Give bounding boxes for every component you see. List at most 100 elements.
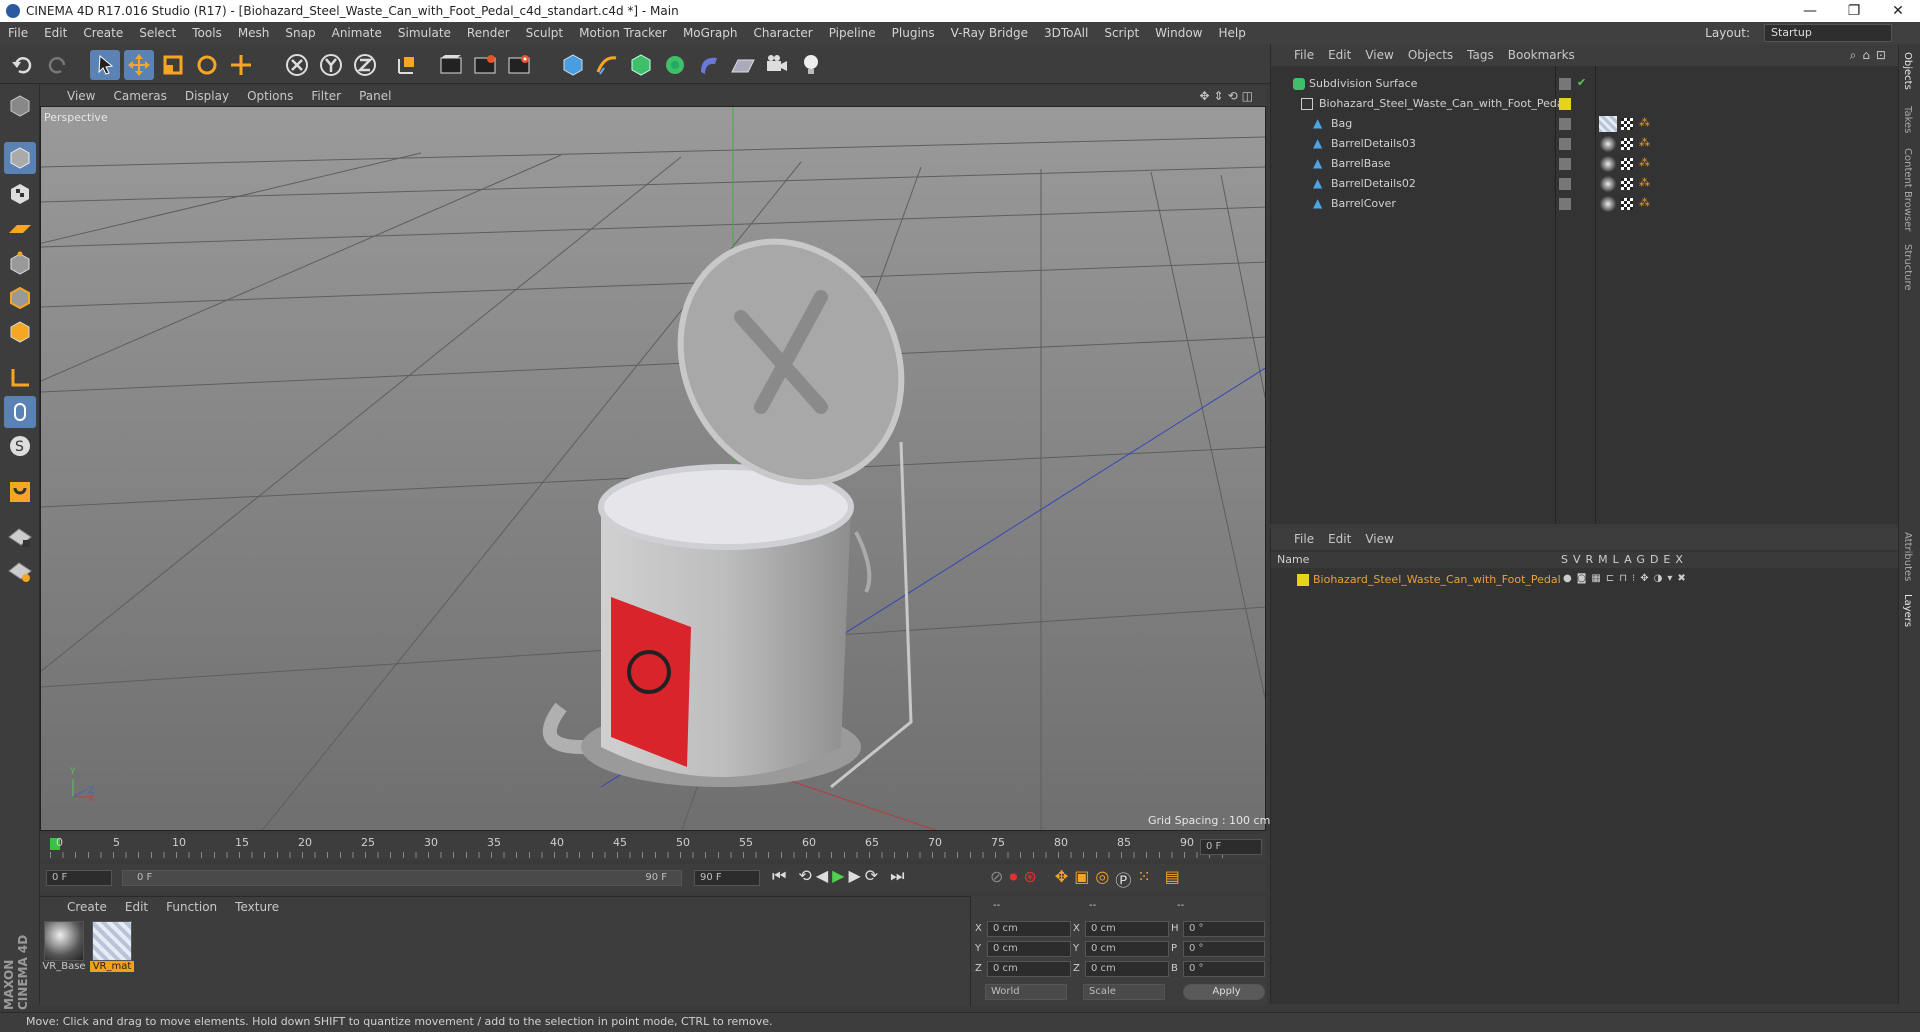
position-z-field[interactable]: 0 cm bbox=[987, 961, 1071, 977]
go-to-start-icon[interactable]: ⏮ bbox=[772, 866, 786, 886]
magnet-icon[interactable] bbox=[4, 476, 36, 508]
search-icon[interactable]: ⌕⌂⊡ bbox=[1843, 48, 1899, 63]
menu-mesh[interactable]: Mesh bbox=[230, 26, 278, 40]
object-row[interactable]: ▲ BarrelDetails03 ⁂ bbox=[1271, 134, 1899, 154]
record-scale-icon[interactable]: ▣ bbox=[1074, 867, 1089, 891]
menu-sculpt[interactable]: Sculpt bbox=[518, 26, 571, 40]
material-tag-icon[interactable] bbox=[1599, 196, 1617, 212]
material-tag-icon[interactable] bbox=[1599, 116, 1617, 132]
record-point-level-icon[interactable]: ⁙ bbox=[1137, 867, 1150, 891]
maximize-button[interactable]: ❐ bbox=[1832, 0, 1876, 22]
edges-mode-icon[interactable] bbox=[4, 282, 36, 314]
points-mode-icon[interactable] bbox=[4, 248, 36, 280]
phong-tag-icon[interactable]: ⁂ bbox=[1639, 136, 1651, 149]
menu-tools[interactable]: Tools bbox=[184, 26, 230, 40]
layer-toggle-icons[interactable]: ●◙▦⊏⊓⁝✥◑▾✖ bbox=[1563, 573, 1691, 584]
record-position-icon[interactable]: ✥ bbox=[1055, 867, 1068, 891]
go-to-end-icon[interactable]: ⏭ bbox=[890, 866, 904, 886]
next-frame-icon[interactable]: ▶ bbox=[848, 866, 860, 886]
workplane-icon[interactable] bbox=[4, 212, 36, 244]
move-tool-icon[interactable] bbox=[124, 50, 154, 80]
spline-pen-icon[interactable] bbox=[592, 50, 622, 80]
material-menu-create[interactable]: Create bbox=[58, 900, 116, 914]
tab-objects[interactable]: Objects bbox=[1902, 52, 1913, 90]
layer-color-swatch[interactable] bbox=[1297, 574, 1309, 586]
layer-col-manager[interactable]: M bbox=[1598, 553, 1613, 566]
next-key-icon[interactable]: ⟳ bbox=[865, 866, 878, 886]
snap-icon[interactable]: S bbox=[4, 430, 36, 462]
phong-tag-icon[interactable]: ⁂ bbox=[1639, 196, 1651, 209]
tab-attributes[interactable]: Attributes bbox=[1902, 532, 1913, 581]
texture-tag-icon[interactable] bbox=[1621, 118, 1633, 130]
y-axis-lock-icon[interactable] bbox=[316, 50, 346, 80]
polygons-mode-icon[interactable] bbox=[4, 316, 36, 348]
objects-menu-file[interactable]: File bbox=[1287, 48, 1321, 62]
size-x-field[interactable]: 0 cm bbox=[1085, 921, 1169, 937]
layers-menu-edit[interactable]: Edit bbox=[1321, 532, 1358, 546]
layer-row[interactable]: Biohazard_Steel_Waste_Can_with_Foot_Peda… bbox=[1271, 570, 1899, 590]
phong-tag-icon[interactable]: ⁂ bbox=[1639, 156, 1651, 169]
object-row[interactable]: Biohazard_Steel_Waste_Can_with_Foot_Peda… bbox=[1271, 94, 1899, 114]
undo-icon[interactable] bbox=[8, 50, 38, 80]
record-icon[interactable]: ⏺ bbox=[1009, 867, 1017, 891]
viewport-menu-panel[interactable]: Panel bbox=[350, 89, 400, 103]
viewport-menu-view[interactable]: View bbox=[58, 89, 104, 103]
objects-menu-view[interactable]: View bbox=[1358, 48, 1400, 62]
layer-col-expressions[interactable]: E bbox=[1663, 553, 1675, 566]
autokey-icon[interactable]: ⊛ bbox=[1023, 867, 1036, 891]
material-menu-function[interactable]: Function bbox=[157, 900, 226, 914]
axis-mode-icon[interactable] bbox=[4, 362, 36, 394]
perspective-viewport[interactable] bbox=[40, 106, 1266, 831]
rotation-b-field[interactable]: 0 ° bbox=[1183, 961, 1265, 977]
material-menu-texture[interactable]: Texture bbox=[226, 900, 288, 914]
layout-dropdown[interactable]: Startup bbox=[1764, 24, 1892, 42]
object-row[interactable]: Subdivision Surface ✔ bbox=[1271, 74, 1899, 94]
layer-col-solo[interactable]: S bbox=[1561, 553, 1573, 566]
layer-col-deformers[interactable]: D bbox=[1650, 553, 1663, 566]
viewport-menu-filter[interactable]: Filter bbox=[302, 89, 350, 103]
frame-range-slider[interactable]: 0 F 90 F bbox=[122, 870, 682, 886]
texture-tag-icon[interactable] bbox=[1621, 138, 1633, 150]
end-frame-field[interactable]: 90 F bbox=[694, 870, 760, 886]
keyframe-icon[interactable]: ⊘ bbox=[990, 867, 1003, 891]
phong-tag-icon[interactable]: ⁂ bbox=[1639, 116, 1651, 129]
visibility-icon[interactable] bbox=[1559, 158, 1571, 170]
x-axis-lock-icon[interactable] bbox=[282, 50, 312, 80]
make-editable-icon[interactable] bbox=[4, 90, 36, 122]
menu-help[interactable]: Help bbox=[1210, 26, 1253, 40]
camera-icon[interactable] bbox=[762, 50, 792, 80]
visibility-icon[interactable] bbox=[1559, 78, 1571, 90]
apply-button[interactable]: Apply bbox=[1183, 984, 1265, 1000]
tab-takes[interactable]: Takes bbox=[1902, 106, 1913, 133]
coordinate-mode-dropdown[interactable]: World bbox=[985, 984, 1067, 1000]
object-row[interactable]: ▲ BarrelDetails02 ⁂ bbox=[1271, 174, 1899, 194]
transform-tool-icon[interactable] bbox=[226, 50, 256, 80]
material-tag-icon[interactable] bbox=[1599, 156, 1617, 172]
enabled-check-icon[interactable]: ✔ bbox=[1577, 76, 1589, 89]
position-y-field[interactable]: 0 cm bbox=[987, 941, 1071, 957]
tab-layers[interactable]: Layers bbox=[1902, 594, 1913, 627]
objects-menu-edit[interactable]: Edit bbox=[1321, 48, 1358, 62]
tweak-mode-icon[interactable] bbox=[4, 396, 36, 428]
tab-content-browser[interactable]: Content Browser bbox=[1902, 148, 1913, 231]
menu-pipeline[interactable]: Pipeline bbox=[821, 26, 884, 40]
tab-structure[interactable]: Structure bbox=[1902, 244, 1913, 291]
previous-key-icon[interactable]: ⟲ bbox=[798, 866, 811, 886]
size-z-field[interactable]: 0 cm bbox=[1085, 961, 1169, 977]
previous-frame-icon[interactable]: ◀ bbox=[816, 866, 828, 886]
menu-plugins[interactable]: Plugins bbox=[884, 26, 943, 40]
phong-tag-icon[interactable]: ⁂ bbox=[1639, 176, 1651, 189]
menu-3dtoall[interactable]: 3DToAll bbox=[1036, 26, 1096, 40]
menu-script[interactable]: Script bbox=[1096, 26, 1147, 40]
record-parameter-icon[interactable]: Ⓟ bbox=[1115, 867, 1131, 891]
rotation-p-field[interactable]: 0 ° bbox=[1183, 941, 1265, 957]
grid-lock-icon[interactable] bbox=[4, 522, 36, 554]
layer-color-icon[interactable] bbox=[1559, 98, 1571, 110]
menu-select[interactable]: Select bbox=[131, 26, 184, 40]
z-axis-lock-icon[interactable] bbox=[350, 50, 380, 80]
timeline-window-icon[interactable]: ▤ bbox=[1165, 867, 1180, 891]
render-settings-icon[interactable] bbox=[504, 50, 534, 80]
menu-animate[interactable]: Animate bbox=[324, 26, 390, 40]
layer-col-locked[interactable]: L bbox=[1613, 553, 1624, 566]
objects-menu-bookmarks[interactable]: Bookmarks bbox=[1501, 48, 1582, 62]
